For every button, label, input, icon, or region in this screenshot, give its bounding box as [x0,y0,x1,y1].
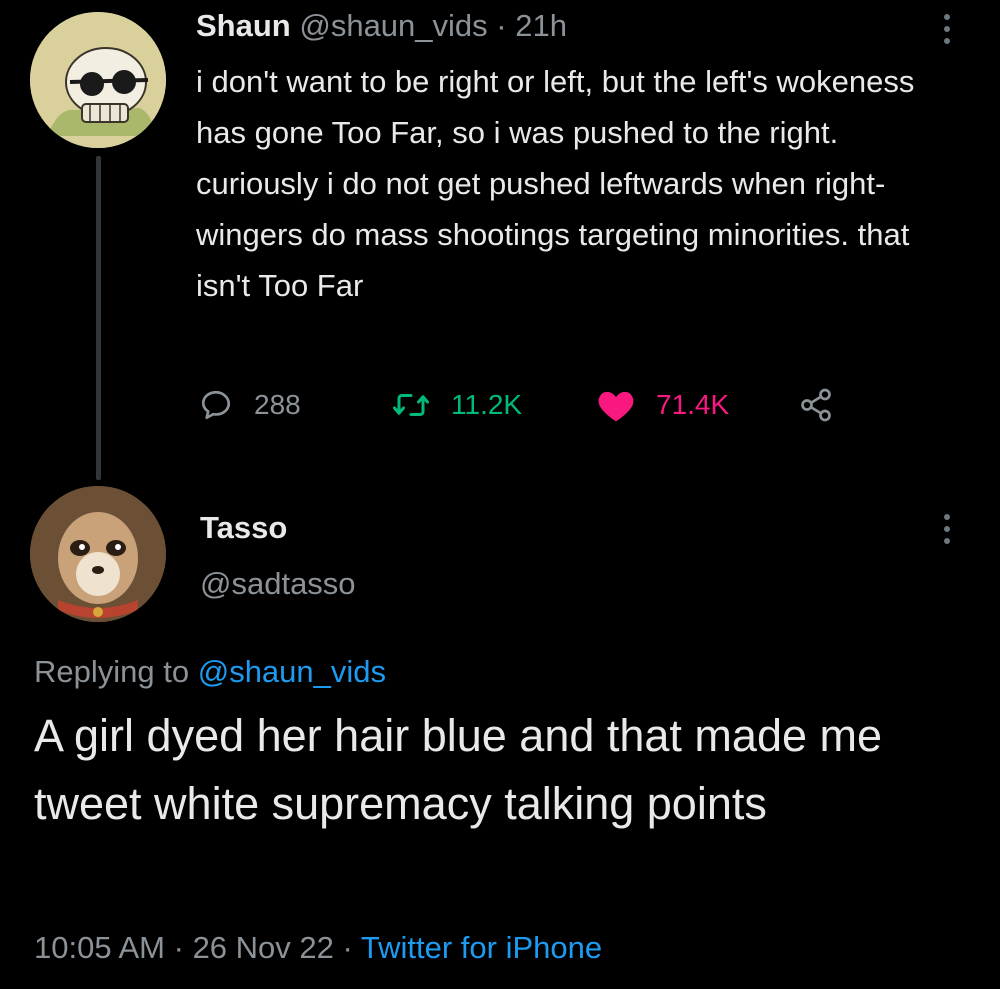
tweet-time[interactable]: 21h [515,8,567,43]
replying-to-handle[interactable]: @shaun_vids [198,654,386,689]
separator: · [173,930,184,965]
share-icon [801,388,831,422]
share-button[interactable] [796,383,836,427]
tweet-text: i don't want to be right or left, but th… [196,64,915,303]
heart-icon [598,391,634,422]
author-name[interactable]: Shaun [196,8,291,43]
tweet-text: A girl dyed her hair blue and that made … [34,710,883,829]
reply-tweet: Tasso @sadtasso Replying to @shaun_vids … [0,480,1000,989]
more-icon[interactable] [944,514,952,544]
retweet-button[interactable]: 11.2K [391,383,522,427]
parent-tweet: Shaun @shaun_vids · 21h i don't want to … [0,0,1000,480]
like-button[interactable]: 71.4K [596,383,729,427]
replying-to: Replying to @shaun_vids [34,654,386,690]
like-count: 71.4K [656,389,730,420]
avatar[interactable] [30,486,166,622]
tweet-date[interactable]: 26 Nov 22 [193,930,334,965]
more-icon[interactable] [944,14,952,44]
author-name[interactable]: Tasso [200,510,287,546]
avatar[interactable] [30,12,166,148]
thread-line [96,156,101,480]
tweet-header: Shaun @shaun_vids · 21h [196,6,567,46]
tweet-source[interactable]: Twitter for iPhone [361,930,602,965]
tweet-time[interactable]: 10:05 AM [34,930,165,965]
reply-icon [201,390,231,420]
retweet-count: 11.2K [451,389,523,420]
tweet-meta: 10:05 AM · 26 Nov 22 · Twitter for iPhon… [34,930,602,966]
author-handle[interactable]: @sadtasso [200,566,356,602]
reply-count: 288 [254,389,301,420]
meerkat-icon [30,486,166,622]
reply-button[interactable]: 288 [198,383,301,427]
retweet-icon [393,394,429,416]
replying-to-label: Replying to [34,654,190,689]
separator: · [342,930,353,965]
separator: · [496,8,507,43]
skull-icon [30,12,166,148]
author-handle[interactable]: @shaun_vids [299,8,487,43]
